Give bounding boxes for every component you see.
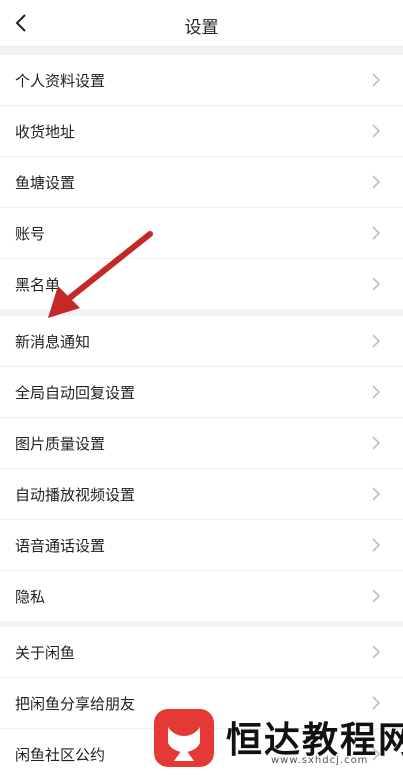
row-label: 新消息通知: [15, 332, 91, 351]
chevron-right-icon: [372, 589, 381, 603]
row-label: 个人资料设置: [15, 71, 106, 90]
row-label: 黑名单: [15, 275, 61, 294]
page-title: 设置: [184, 18, 219, 38]
chevron-right-icon: [372, 538, 381, 552]
settings-row-profile[interactable]: 个人资料设置: [0, 55, 403, 106]
settings-row-notifications[interactable]: 新消息通知: [0, 316, 403, 367]
settings-row-about[interactable]: 关于闲鱼: [0, 627, 403, 678]
watermark: 恒达教程网 www.sxhdcj.com: [148, 705, 403, 769]
row-label: 语音通话设置: [15, 536, 106, 555]
settings-row-account[interactable]: 账号: [0, 208, 403, 259]
row-label: 图片质量设置: [15, 434, 106, 453]
chevron-right-icon: [372, 73, 381, 87]
chevron-right-icon: [372, 277, 381, 291]
chevron-right-icon: [372, 645, 381, 659]
watermark-logo-icon: [154, 709, 214, 767]
row-label: 全局自动回复设置: [15, 383, 136, 402]
settings-group-2: 新消息通知 全局自动回复设置 图片质量设置 自动播放视频设置 语音通话设置 隐私: [0, 316, 403, 621]
settings-row-image-quality[interactable]: 图片质量设置: [0, 418, 403, 469]
settings-row-blacklist[interactable]: 黑名单: [0, 259, 403, 309]
settings-row-auto-reply[interactable]: 全局自动回复设置: [0, 367, 403, 418]
row-label: 账号: [15, 224, 46, 243]
row-label: 鱼塘设置: [15, 173, 76, 192]
row-label: 收货地址: [15, 122, 76, 141]
chevron-right-icon: [372, 124, 381, 138]
chevron-right-icon: [372, 175, 381, 189]
chevron-right-icon: [372, 487, 381, 501]
row-label: 隐私: [15, 587, 46, 606]
settings-row-address[interactable]: 收货地址: [0, 106, 403, 157]
chevron-right-icon: [372, 334, 381, 348]
row-label: 关于闲鱼: [15, 643, 76, 662]
chevron-right-icon: [372, 226, 381, 240]
settings-row-autoplay-video[interactable]: 自动播放视频设置: [0, 469, 403, 520]
top-bar: 设置: [0, 0, 403, 47]
watermark-url: www.sxhdcj.com: [271, 755, 369, 766]
settings-group-1: 个人资料设置 收货地址 鱼塘设置 账号 黑名单: [0, 55, 403, 309]
settings-row-voice-call[interactable]: 语音通话设置: [0, 520, 403, 571]
chevron-right-icon: [372, 436, 381, 450]
row-label: 自动播放视频设置: [15, 485, 136, 504]
settings-row-fishpond[interactable]: 鱼塘设置: [0, 157, 403, 208]
settings-row-privacy[interactable]: 隐私: [0, 571, 403, 621]
chevron-right-icon: [372, 385, 381, 399]
